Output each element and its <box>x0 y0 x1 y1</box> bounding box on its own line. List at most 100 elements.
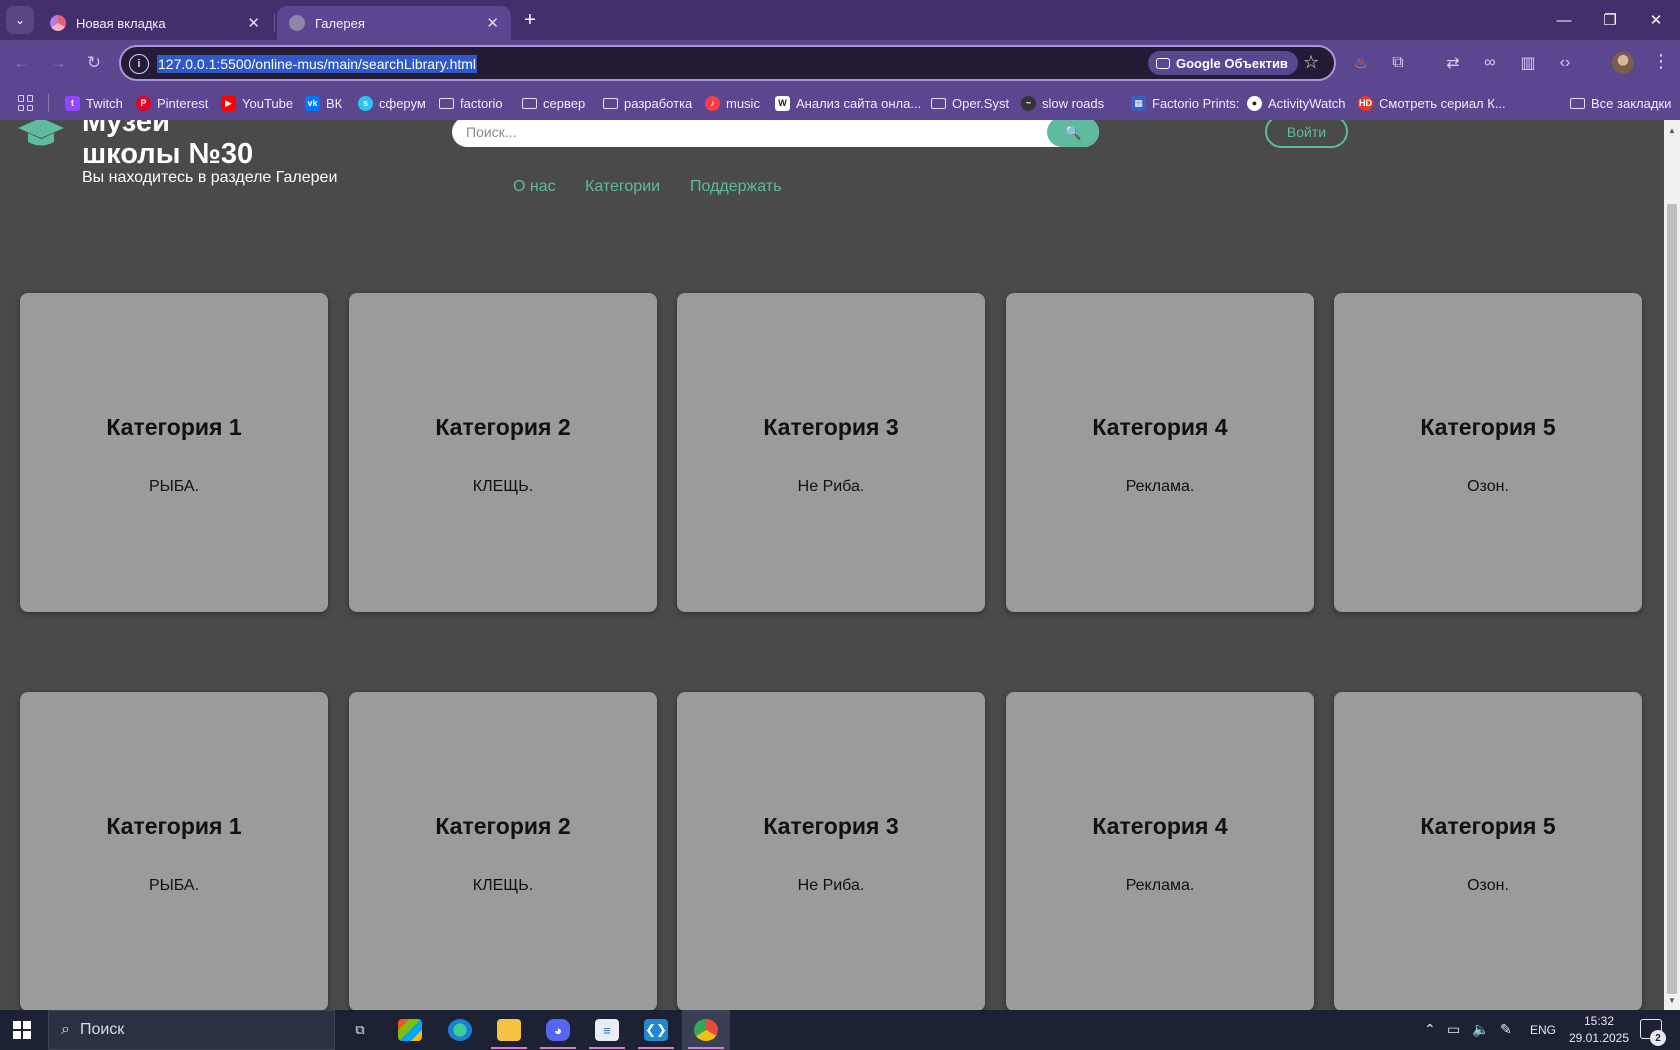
restore-button[interactable]: ❐ <box>1587 0 1633 40</box>
taskbar-file-explorer[interactable] <box>485 1010 533 1050</box>
site-info-icon[interactable]: i <box>129 54 149 74</box>
taskbar-chrome[interactable] <box>682 1010 730 1050</box>
bookmark-label: music <box>726 95 760 111</box>
bookmark-slow-roads[interactable]: ~ slow roads <box>1021 94 1104 112</box>
chevron-down-icon: ⌄ <box>14 13 26 27</box>
page-scrollbar[interactable]: ▲ ▼ <box>1664 120 1680 1010</box>
google-lens-button[interactable]: Google Объектив <box>1148 51 1298 75</box>
bookmark-youtube[interactable]: ▶ YouTube <box>221 94 293 112</box>
bookmark-star-icon[interactable]: ☆ <box>1303 52 1319 73</box>
task-view-button[interactable]: ⧉ <box>336 1010 384 1050</box>
bookmark-label: YouTube <box>242 95 294 111</box>
volume-icon[interactable]: 🔈 <box>1472 1021 1489 1038</box>
pen-icon[interactable]: ✎ <box>1500 1021 1512 1038</box>
category-card[interactable]: Категория 2 КЛЕЩЬ. <box>349 293 657 612</box>
bookmark-activitywatch[interactable]: ● ActivityWatch <box>1247 94 1346 112</box>
all-bookmarks-button[interactable]: Все закладки <box>1570 94 1671 112</box>
tab-new-tab[interactable]: Новая вкладка ✕ <box>38 6 272 40</box>
bookmark-vk[interactable]: vk ВК <box>305 94 342 112</box>
edge-icon <box>448 1019 472 1041</box>
taskbar-edge[interactable] <box>436 1010 484 1050</box>
github-icon: ● <box>1247 95 1262 111</box>
music-icon: ♪ <box>705 95 720 111</box>
bookmark-label: Анализ сайта онла... <box>796 95 922 111</box>
nav-link-categories[interactable]: Категории <box>585 178 660 196</box>
bookmark-watch-series[interactable]: HD Смотреть сериал К... <box>1358 94 1506 112</box>
restore-icon: ❐ <box>1603 12 1617 29</box>
category-card[interactable]: Категория 4 Реклама. <box>1006 293 1314 612</box>
close-window-button[interactable]: ✕ <box>1633 0 1679 40</box>
translate-icon[interactable]: ⇄ <box>1443 53 1463 73</box>
extensions-puzzle-icon[interactable]: ⧉ <box>1388 53 1408 73</box>
category-card[interactable]: Категория 3 Не Риба. <box>677 293 985 612</box>
bookmark-twitch[interactable]: t Twitch <box>65 94 123 112</box>
running-indicator <box>688 1047 724 1049</box>
menu-dots-icon[interactable]: ⋮ <box>1652 51 1670 72</box>
folder-icon <box>603 97 618 109</box>
close-icon[interactable]: ✕ <box>486 14 499 32</box>
bookmark-folder-server[interactable]: сервер <box>522 94 585 112</box>
bookmark-label: slow roads <box>1042 95 1105 111</box>
url-text[interactable]: 127.0.0.1:5500/online-mus/main/searchLib… <box>157 55 478 73</box>
forward-button[interactable]: → <box>46 51 70 75</box>
apps-grid-icon[interactable] <box>18 95 34 111</box>
notification-count: 2 <box>1650 1030 1666 1046</box>
windows-start-icon[interactable] <box>13 1021 31 1039</box>
taskbar-search-box[interactable]: ⌕ Поиск <box>48 1010 335 1050</box>
nav-link-support[interactable]: Поддержать <box>690 178 781 196</box>
chrome-icon <box>694 1019 718 1041</box>
bookmark-factorio-prints[interactable]: ▦ Factorio Prints: <box>1131 94 1239 112</box>
profile-avatar[interactable] <box>1612 52 1634 74</box>
bookmark-site-analysis[interactable]: W Анализ сайта онла... <box>775 94 921 112</box>
category-description: Реклама. <box>1125 877 1195 894</box>
site-search-input[interactable] <box>452 120 1099 147</box>
site-subtitle: Вы находитесь в разделе Галереи <box>82 169 338 186</box>
taskbar-notepad[interactable]: ≡ <box>583 1010 631 1050</box>
language-indicator[interactable]: ENG <box>1530 1023 1556 1037</box>
bookmark-folder-factorio[interactable]: factorio <box>439 94 503 112</box>
category-title: Категория 5 <box>1420 414 1556 440</box>
category-description: Реклама. <box>1125 478 1195 495</box>
category-card[interactable]: Категория 1 РЫБА. <box>20 692 328 1010</box>
bookmark-folder-opersyst[interactable]: Oper.Syst <box>931 94 1009 112</box>
bookmark-music[interactable]: ♪ music <box>705 94 760 112</box>
link-icon[interactable]: ∞ <box>1480 53 1500 73</box>
category-card[interactable]: Категория 5 Озон. <box>1334 692 1642 1010</box>
fire-extension-icon[interactable]: ♨ <box>1351 53 1371 73</box>
clock-date: 29.01.2025 <box>1568 1031 1630 1045</box>
reload-button[interactable]: ↻ <box>82 51 106 75</box>
scroll-thumb[interactable] <box>1667 204 1677 994</box>
back-button[interactable]: ← <box>10 51 34 75</box>
scroll-up-icon[interactable]: ▲ <box>1664 122 1680 138</box>
category-card[interactable]: Категория 3 Не Риба. <box>677 692 985 1010</box>
side-panel-icon[interactable]: ▥ <box>1518 53 1538 73</box>
tray-overflow-icon[interactable]: ⌃ <box>1424 1021 1436 1038</box>
taskbar-clock[interactable]: 15:32 29.01.2025 <box>1566 1013 1632 1047</box>
nav-link-about[interactable]: О нас <box>513 178 556 196</box>
category-card[interactable]: Категория 5 Озон. <box>1334 293 1642 612</box>
taskbar-vscode[interactable]: ❮❯ <box>632 1010 680 1050</box>
scroll-down-icon[interactable]: ▼ <box>1664 992 1680 1008</box>
bookmark-sferum[interactable]: s сферум <box>358 94 426 112</box>
login-button[interactable]: Войти <box>1265 120 1348 148</box>
taskbar-store[interactable] <box>386 1010 434 1050</box>
w-icon: W <box>775 95 790 111</box>
minimize-button[interactable]: — <box>1541 0 1587 40</box>
devtools-code-icon[interactable]: ‹› <box>1555 53 1575 73</box>
network-icon[interactable]: ▭ <box>1447 1021 1460 1038</box>
bookmark-folder-development[interactable]: разработка <box>603 94 692 112</box>
category-card[interactable]: Категория 2 КЛЕЩЬ. <box>349 692 657 1010</box>
new-tab-button[interactable]: + <box>518 8 542 32</box>
tab-gallery[interactable]: Галерея ✕ <box>277 6 511 40</box>
site-search-button[interactable]: 🔍 <box>1047 120 1099 147</box>
taskbar-search-label: Поиск <box>79 1021 125 1038</box>
close-icon[interactable]: ✕ <box>247 14 260 32</box>
category-description: Озон. <box>1467 478 1509 495</box>
taskbar-discord[interactable]: ◕ <box>534 1010 582 1050</box>
category-card[interactable]: Категория 4 Реклама. <box>1006 692 1314 1010</box>
category-card[interactable]: Категория 1 РЫБА. <box>20 293 328 612</box>
tab-search-menu-button[interactable]: ⌄ <box>6 6 34 34</box>
bookmark-label: разработка <box>624 95 693 111</box>
address-bar[interactable]: i 127.0.0.1:5500/online-mus/main/searchL… <box>119 45 1336 81</box>
bookmark-pinterest[interactable]: P Pinterest <box>136 94 208 112</box>
